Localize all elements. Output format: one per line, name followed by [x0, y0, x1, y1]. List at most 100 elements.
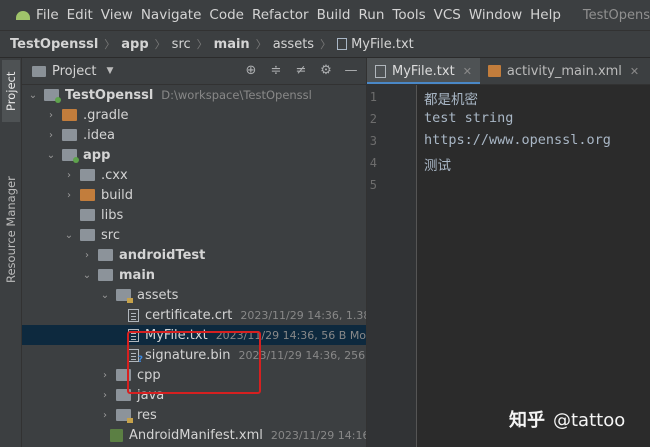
menu-build[interactable]: Build: [317, 7, 351, 23]
menu-window[interactable]: Window: [469, 7, 522, 23]
editor-tab-bar: MyFile.txt ✕ activity_main.xml ✕ C M: [367, 58, 650, 85]
chevron-right-icon: 〉: [255, 38, 267, 51]
window-title: TestOpens: [582, 7, 650, 23]
tree-item-idea[interactable]: › .idea: [22, 125, 366, 145]
tab-myfile[interactable]: MyFile.txt ✕: [367, 58, 480, 84]
close-icon[interactable]: ✕: [463, 65, 472, 78]
file-meta: 2023/11/29 14:36, 1.38 kB: [240, 308, 366, 322]
menu-view[interactable]: View: [101, 7, 133, 23]
line-number: 1: [369, 90, 377, 104]
chevron-right-icon[interactable]: ›: [100, 410, 110, 421]
tree-item-cxx[interactable]: › .cxx: [22, 165, 366, 185]
tree-item-label: signature.bin: [145, 347, 231, 363]
breadcrumb-src[interactable]: src: [172, 37, 191, 52]
text-file-icon: [337, 38, 348, 50]
chevron-down-icon[interactable]: ⌄: [28, 90, 38, 101]
tab-project-tool[interactable]: Project: [2, 60, 20, 122]
breadcrumb-project[interactable]: TestOpenssl: [10, 37, 98, 52]
project-tool-label: Project: [4, 71, 18, 111]
menu-navigate[interactable]: Navigate: [141, 7, 202, 23]
locate-icon[interactable]: ⊕: [244, 64, 258, 78]
menu-help[interactable]: Help: [530, 7, 561, 23]
tree-item-myfile[interactable]: › MyFile.txt 2023/11/29 14:36, 56 B Mom: [22, 325, 366, 345]
tree-item-libs[interactable]: › libs: [22, 205, 366, 225]
menu-tools[interactable]: Tools: [392, 7, 425, 23]
tree-item-app[interactable]: ⌄ app: [22, 145, 366, 165]
chevron-right-icon[interactable]: ›: [46, 130, 56, 141]
tree-item-main[interactable]: ⌄ main: [22, 265, 366, 285]
module-folder-icon: [62, 149, 79, 163]
tree-item-label: AndroidManifest.xml: [129, 427, 263, 443]
breadcrumb-file[interactable]: MyFile.txt: [351, 37, 414, 52]
tree-item-label: assets: [137, 287, 179, 303]
chevron-down-icon[interactable]: ▼: [106, 66, 113, 76]
tab-resource-manager[interactable]: Resource Manager: [2, 140, 20, 320]
unknown-file-icon: [128, 348, 143, 365]
tree-item-label: certificate.crt: [145, 307, 233, 323]
menu-refactor[interactable]: Refactor: [252, 7, 309, 23]
menu-run[interactable]: Run: [358, 7, 384, 23]
expand-all-icon[interactable]: ≑: [269, 64, 283, 78]
chevron-right-icon[interactable]: ›: [64, 190, 74, 201]
line-number: 2: [369, 112, 377, 126]
folder-icon: [98, 249, 113, 261]
layout-file-icon: [487, 65, 501, 77]
tab-activity-main[interactable]: activity_main.xml ✕: [480, 58, 647, 84]
tree-item-java[interactable]: › java: [22, 385, 366, 405]
menu-file[interactable]: File: [36, 7, 59, 23]
chevron-down-icon[interactable]: ⌄: [64, 230, 74, 241]
chevron-right-icon: 〉: [320, 38, 332, 51]
file-meta: 2023/11/29 14:36, 56 B Mom: [215, 328, 367, 342]
watermark: 知乎 @tattoo: [509, 406, 625, 432]
breadcrumb-main[interactable]: main: [214, 37, 250, 52]
code-line[interactable]: 测试: [424, 154, 451, 174]
line-number: 3: [369, 134, 377, 148]
menu-vcs[interactable]: VCS: [434, 7, 461, 23]
breadcrumb-assets[interactable]: assets: [273, 37, 314, 52]
chevron-right-icon[interactable]: ›: [100, 390, 110, 401]
tree-item-androidtest[interactable]: › androidTest: [22, 245, 366, 265]
folder-icon: [80, 169, 95, 181]
tree-item-label: java: [137, 387, 165, 403]
code-line[interactable]: test string: [424, 110, 513, 126]
gear-icon[interactable]: ⚙: [319, 64, 333, 78]
project-panel: Project ▼ ⊕ ≑ ≠ ⚙ — ⌄ TestOpenssl D:\wor…: [22, 58, 367, 447]
project-view-title[interactable]: Project: [52, 64, 96, 79]
tree-item-label: .cxx: [101, 167, 128, 183]
file-meta: 2023/11/29 14:36, 256 B: [238, 348, 367, 362]
tree-item-manifest[interactable]: › AndroidManifest.xml 2023/11/29 14:16, …: [22, 425, 366, 445]
collapse-all-icon[interactable]: ≠: [294, 64, 308, 78]
tree-item-gradle[interactable]: › .gradle: [22, 105, 366, 125]
tree-item-label: .gradle: [83, 107, 129, 123]
code-line[interactable]: https://www.openssl.org: [424, 132, 611, 148]
close-icon[interactable]: ✕: [630, 65, 639, 78]
folder-icon: [62, 109, 77, 121]
folder-icon: [116, 369, 131, 381]
breadcrumb: TestOpenssl 〉 app 〉 src 〉 main 〉 assets …: [0, 30, 650, 58]
tree-item-label: build: [101, 187, 133, 203]
tree-item-src[interactable]: ⌄ src: [22, 225, 366, 245]
tree-item-build[interactable]: › build: [22, 185, 366, 205]
menu-code[interactable]: Code: [209, 7, 244, 23]
manifest-file-icon: [110, 428, 123, 442]
menu-edit[interactable]: Edit: [67, 7, 93, 23]
tree-item-label: androidTest: [119, 247, 206, 263]
breadcrumb-app[interactable]: app: [121, 37, 148, 52]
chevron-right-icon: 〉: [196, 38, 208, 51]
tree-item-project-root[interactable]: ⌄ TestOpenssl D:\workspace\TestOpenssl: [22, 85, 366, 105]
chevron-right-icon[interactable]: ›: [64, 170, 74, 181]
tree-item-cpp[interactable]: › cpp: [22, 365, 366, 385]
tree-item-res[interactable]: › res: [22, 405, 366, 425]
chevron-right-icon[interactable]: ›: [46, 110, 56, 121]
resource-folder-icon: [116, 289, 133, 303]
tree-item-assets[interactable]: ⌄ assets: [22, 285, 366, 305]
chevron-right-icon[interactable]: ›: [100, 370, 110, 381]
chevron-down-icon[interactable]: ⌄: [82, 270, 92, 281]
code-line[interactable]: 都是机密: [424, 88, 478, 108]
chevron-down-icon[interactable]: ⌄: [100, 290, 110, 301]
tree-item-certificate[interactable]: › certificate.crt 2023/11/29 14:36, 1.38…: [22, 305, 366, 325]
chevron-right-icon[interactable]: ›: [82, 250, 92, 261]
tree-item-signature[interactable]: › signature.bin 2023/11/29 14:36, 256 B: [22, 345, 366, 365]
minimize-icon[interactable]: —: [344, 64, 358, 78]
chevron-down-icon[interactable]: ⌄: [46, 150, 56, 161]
